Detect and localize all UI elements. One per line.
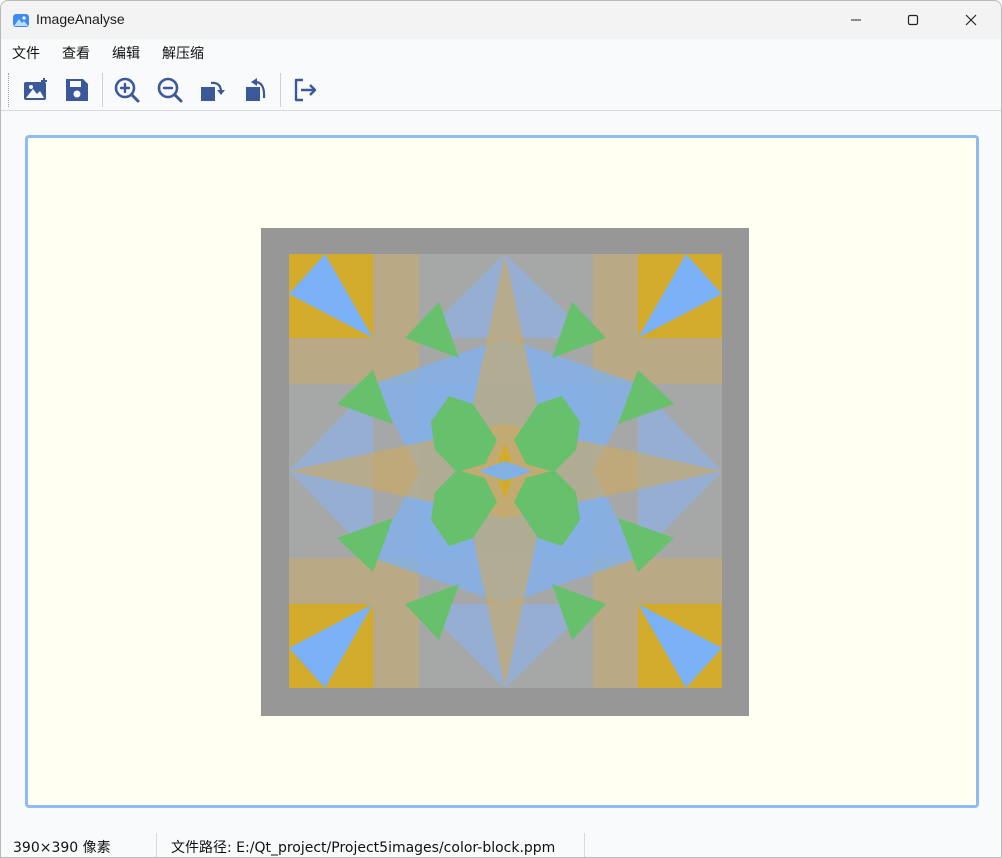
- status-file-path: 文件路径: E:/Qt_project/Project5images/color…: [171, 840, 556, 856]
- toolbar: [1, 67, 1001, 111]
- maximize-icon: [907, 14, 919, 26]
- menu-edit[interactable]: 编辑: [112, 43, 140, 63]
- menu-view[interactable]: 查看: [62, 43, 90, 63]
- app-window: ImageAnalyse 文件 查看 编辑 解压缩 390×390 像素 文件路…: [0, 0, 1002, 858]
- status-separator: [584, 833, 585, 857]
- exit-icon: [294, 78, 317, 102]
- rotate-left-button[interactable]: [239, 73, 273, 107]
- status-image-size: 390×390 像素: [13, 840, 111, 856]
- open-image-icon: [24, 78, 47, 100]
- menu-file[interactable]: 文件: [12, 43, 40, 63]
- title-bar[interactable]: ImageAnalyse: [1, 1, 1001, 39]
- rotate-right-icon: [201, 81, 225, 101]
- menu-bar: 文件 查看 编辑 解压缩: [1, 39, 1001, 67]
- minimize-button[interactable]: [827, 1, 885, 39]
- menu-decompress[interactable]: 解压缩: [162, 43, 204, 63]
- open-image-button[interactable]: [19, 73, 53, 107]
- rotate-left-icon: [246, 78, 266, 101]
- toolbar-separator: [102, 73, 103, 107]
- image-frame: [261, 228, 749, 716]
- zoom-in-button[interactable]: [110, 73, 144, 107]
- window-title: ImageAnalyse: [36, 11, 125, 27]
- close-button[interactable]: [942, 1, 1000, 39]
- save-icon: [66, 79, 88, 101]
- zoom-out-button[interactable]: [153, 73, 187, 107]
- image-view-area[interactable]: [25, 135, 979, 808]
- toolbar-separator: [280, 73, 281, 107]
- status-separator: [156, 833, 157, 857]
- displayed-image: [289, 254, 722, 688]
- rotate-right-button[interactable]: [196, 73, 230, 107]
- save-button[interactable]: [60, 73, 94, 107]
- zoom-in-icon: [114, 77, 140, 103]
- maximize-button[interactable]: [884, 1, 942, 39]
- exit-button[interactable]: [288, 73, 322, 107]
- app-logo-icon: [13, 14, 29, 27]
- zoom-out-icon: [157, 77, 183, 103]
- close-icon: [965, 14, 977, 26]
- status-bar: 390×390 像素 文件路径: E:/Qt_project/Project5i…: [1, 831, 1001, 857]
- minimize-icon: [851, 19, 861, 21]
- toolbar-grip[interactable]: [8, 73, 10, 107]
